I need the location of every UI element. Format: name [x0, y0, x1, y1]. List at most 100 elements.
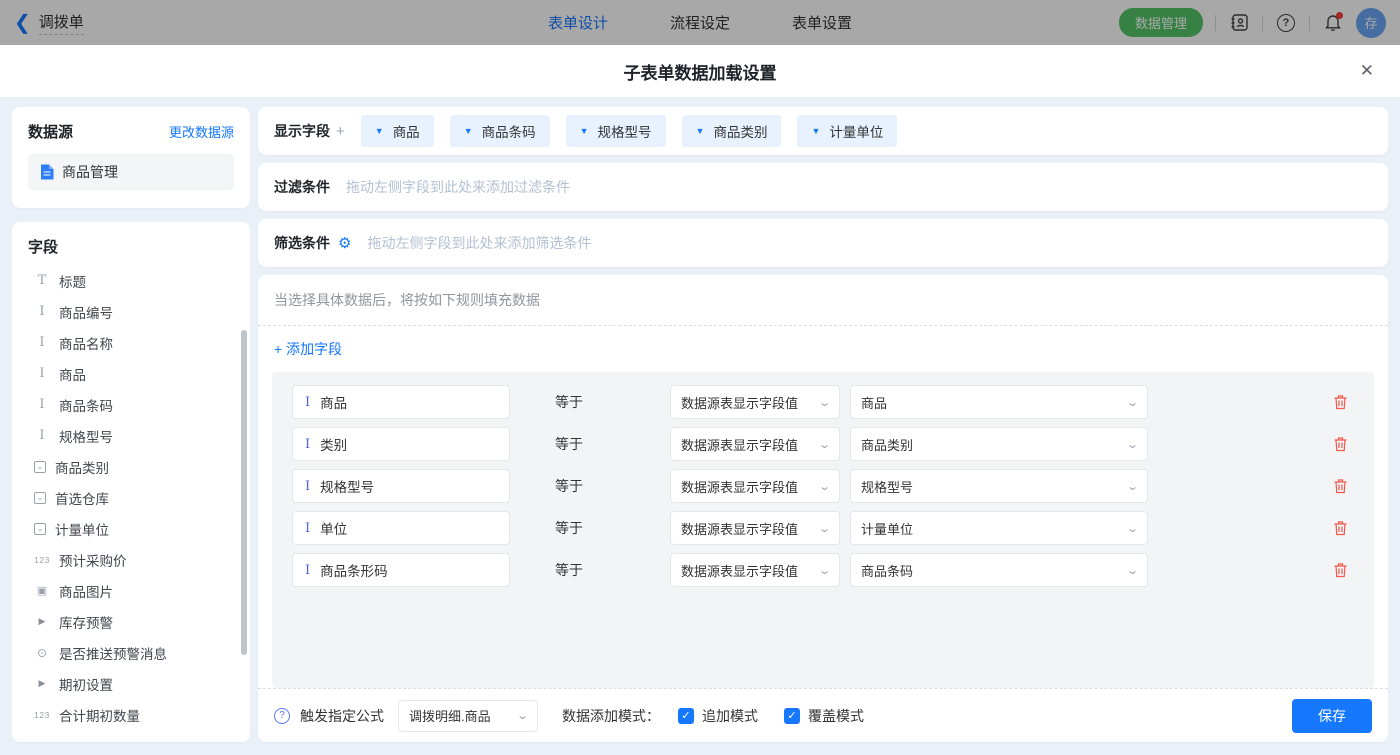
trash-icon[interactable] [1333, 394, 1348, 410]
address-book-icon[interactable] [1228, 12, 1250, 34]
rule-value-select[interactable]: 计量单位 ⌄ [850, 511, 1148, 545]
field-item[interactable]: I 商品编号 [34, 296, 244, 327]
mode-checkbox-label: 追加模式 [702, 707, 758, 724]
field-item[interactable]: ▣ 商品图片 [34, 575, 244, 606]
trash-icon[interactable] [1333, 436, 1348, 452]
rule-source-select[interactable]: 数据源表显示字段值 ⌄ [670, 511, 840, 545]
back-icon[interactable]: ❮ [14, 13, 31, 33]
rule-field-input[interactable]: I 商品 [292, 385, 510, 419]
rule-value-select[interactable]: 商品类别 ⌄ [850, 427, 1148, 461]
rule-source-select[interactable]: 数据源表显示字段值 ⌄ [670, 553, 840, 587]
rule-source-select[interactable]: 数据源表显示字段值 ⌄ [670, 469, 840, 503]
field-item[interactable]: I 商品名称 [34, 327, 244, 358]
trash-icon[interactable] [1333, 478, 1348, 494]
field-item-label: 预计采购价 [59, 553, 127, 569]
chevron-down-icon: ⌄ [817, 522, 831, 535]
field-item[interactable]: ⌄ 商品类别 [34, 451, 244, 482]
rule-source-select[interactable]: 数据源表显示字段值 ⌄ [670, 427, 840, 461]
field-item[interactable]: ⌄ 首选仓库 [34, 482, 244, 513]
filter-condition-placeholder[interactable]: 拖动左侧字段到此处来添加过滤条件 [346, 177, 570, 197]
rule-value-select[interactable]: 商品条码 ⌄ [850, 553, 1148, 587]
rule-source-select[interactable]: 数据源表显示字段值 ⌄ [670, 385, 840, 419]
notification-bell-icon[interactable] [1322, 11, 1344, 34]
screen-condition-placeholder[interactable]: 拖动左侧字段到此处来添加筛选条件 [367, 233, 591, 253]
rule-field-value: 商品条形码 [320, 564, 388, 579]
rule-row: I 规格型号 等于 数据源表显示字段值 ⌄ 规格型号 ⌄ [272, 465, 1374, 507]
trigger-formula-select[interactable]: 调拨明细.商品 ⌄ [398, 699, 538, 732]
chevron-down-icon: ⌄ [1125, 396, 1139, 409]
add-display-field-icon[interactable]: + [336, 123, 345, 140]
save-button[interactable]: 保存 [1292, 698, 1372, 733]
field-item-label: 是否推送预警消息 [59, 646, 167, 662]
screen-condition-label: 筛选条件 [274, 235, 330, 251]
text-field-icon: I [39, 304, 45, 319]
display-field-tag[interactable]: ▼ 商品条码 [449, 115, 550, 147]
tab-form-setting[interactable]: 表单设置 [792, 12, 852, 33]
radio-field-icon: ⊙ [36, 645, 48, 660]
tab-form-design[interactable]: 表单设计 [548, 12, 608, 33]
avatar[interactable]: 存 [1356, 7, 1386, 38]
select-field-icon: ⌄ [34, 491, 46, 504]
display-field-tags: ▼ 商品 ▼ 商品条码 ▼ 规格型号 ▼ 商品类别 ▼ 计量单位 [360, 115, 898, 147]
caret-down-icon: ▼ [695, 126, 705, 136]
mode-checkbox-item[interactable]: ✓ 覆盖模式 [784, 706, 864, 726]
rule-field-input[interactable]: I 商品条形码 [292, 553, 510, 587]
field-item-label: 库存预警 [59, 615, 113, 631]
text-field-icon: I [39, 397, 45, 412]
tag-label: 商品类别 [713, 125, 768, 140]
data-add-mode-label: 数据添加模式： [562, 707, 660, 724]
text-field-icon: I [305, 394, 311, 410]
operator-label: 等于 [555, 562, 583, 578]
display-field-tag[interactable]: ▼ 计量单位 [797, 115, 898, 147]
mode-checkboxes: ✓ 追加模式 ✓ 覆盖模式 [670, 706, 864, 726]
datasource-card: 数据源 更改数据源 商品管理 [12, 107, 250, 208]
field-item[interactable]: 123 预计采购价 [34, 544, 244, 575]
help-circle-icon[interactable]: ? [274, 707, 290, 724]
field-item[interactable]: T 标题 [34, 265, 244, 296]
data-manage-button[interactable]: 数据管理 [1118, 8, 1203, 37]
chevron-down-icon: ⌄ [1125, 522, 1139, 535]
text-field-icon: I [305, 562, 311, 578]
number-field-icon: 123 [34, 709, 50, 720]
field-item[interactable]: ▶ 库存预警 [34, 606, 244, 637]
gear-icon[interactable]: ⚙ [338, 236, 351, 251]
field-item-label: 商品 [59, 367, 86, 383]
tab-flow-setting[interactable]: 流程设定 [670, 12, 730, 33]
add-field-link[interactable]: + 添加字段 [258, 326, 358, 370]
fields-scrollbar[interactable] [241, 330, 247, 655]
checkbox-checked-icon[interactable]: ✓ [784, 707, 800, 724]
rule-field-value: 商品 [320, 396, 348, 411]
field-item[interactable]: 123合计期初总价 [34, 730, 244, 732]
change-datasource-link[interactable]: 更改数据源 [169, 122, 234, 141]
field-item[interactable]: ⊙ 是否推送预警消息 [34, 637, 244, 668]
trash-icon[interactable] [1333, 520, 1348, 536]
form-title[interactable]: 调拨单 [38, 11, 84, 35]
close-icon[interactable]: ✕ [1360, 61, 1374, 81]
display-field-tag[interactable]: ▼ 商品 [360, 115, 434, 147]
display-field-tag[interactable]: ▼ 商品类别 [681, 115, 782, 147]
rule-field-input[interactable]: I 类别 [292, 427, 510, 461]
datasource-item[interactable]: 商品管理 [28, 154, 234, 190]
field-item[interactable]: ▶ 期初设置 [34, 668, 244, 699]
field-item-label: 计量单位 [55, 522, 109, 538]
fields-title: 字段 [28, 239, 59, 256]
display-field-tag[interactable]: ▼ 规格型号 [565, 115, 666, 147]
rule-value-select[interactable]: 规格型号 ⌄ [850, 469, 1148, 503]
trash-icon[interactable] [1333, 562, 1348, 578]
topbar-tabs: 表单设计 流程设定 表单设置 [434, 12, 966, 33]
rule-value-select[interactable]: 商品 ⌄ [850, 385, 1148, 419]
field-item[interactable]: 123 合计期初数量 [34, 699, 244, 730]
field-item[interactable]: I 商品 [34, 358, 244, 389]
field-item-label: 合计期初数量 [59, 708, 140, 724]
field-item[interactable]: I 规格型号 [34, 420, 244, 451]
field-item-label: 期初设置 [59, 677, 113, 693]
help-icon[interactable]: ? [1275, 12, 1297, 34]
tag-label: 规格型号 [597, 125, 652, 140]
field-item[interactable]: I 商品条码 [34, 389, 244, 420]
mode-checkbox-item[interactable]: ✓ 追加模式 [678, 706, 758, 726]
rule-field-input[interactable]: I 单位 [292, 511, 510, 545]
checkbox-checked-icon[interactable]: ✓ [678, 707, 694, 724]
field-item[interactable]: ⌄ 计量单位 [34, 513, 244, 544]
datasource-item-label: 商品管理 [62, 164, 118, 180]
rule-field-input[interactable]: I 规格型号 [292, 469, 510, 503]
